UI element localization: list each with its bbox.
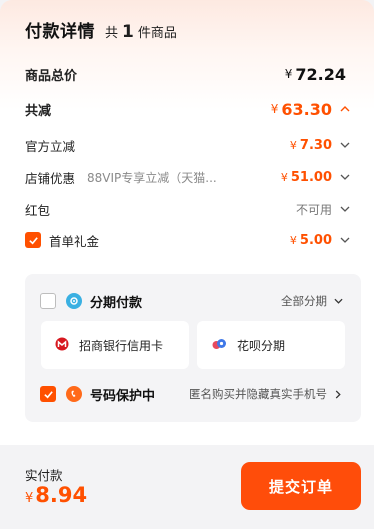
number-protection-link[interactable]: 匿名购买并隐藏真实手机号 xyxy=(189,386,345,402)
first-order-gift-row[interactable]: 首单礼金 ¥ 5.00 xyxy=(25,230,352,250)
total-price-value: ¥ 72.24 xyxy=(284,64,346,84)
chevron-up-icon[interactable] xyxy=(338,106,352,112)
chevron-down-icon[interactable] xyxy=(338,142,352,148)
store-discount-row[interactable]: 店铺优惠 88VIP专享立减（天猫... ¥ 51.00 xyxy=(25,167,352,187)
store-discount-desc: 88VIP专享立减（天猫... xyxy=(87,170,217,185)
installment-option-huabei[interactable]: 花呗分期 xyxy=(197,321,345,369)
first-order-value: ¥ 5.00 xyxy=(290,233,352,248)
red-packet-label: 红包 xyxy=(25,202,51,218)
installment-option-label: 招商银行信用卡 xyxy=(79,338,164,353)
chevron-down-icon xyxy=(331,298,345,304)
official-discount-value: ¥ 7.30 xyxy=(290,138,352,153)
number-protection-row[interactable]: 号码保护中 匿名购买并隐藏真实手机号 xyxy=(40,384,345,404)
first-order-label: 首单礼金 xyxy=(49,233,100,249)
payment-header: 付款详情 共 1 件商品 xyxy=(25,17,177,42)
item-count-suffix: 件商品 xyxy=(137,26,177,41)
official-discount-row[interactable]: 官方立减 ¥ 7.30 xyxy=(25,135,352,155)
total-price-label: 商品总价 xyxy=(25,68,78,84)
installment-icon xyxy=(66,293,82,309)
red-packet-row[interactable]: 红包 不可用 xyxy=(25,199,352,219)
cmb-bank-icon xyxy=(55,336,69,355)
red-packet-value: 不可用 xyxy=(296,201,352,218)
submit-order-button[interactable]: 提交订单 xyxy=(241,462,361,510)
total-discount-value: ¥ 63.30 xyxy=(271,100,352,119)
store-discount-label: 店铺优惠 xyxy=(25,170,76,186)
first-order-checkbox[interactable] xyxy=(25,232,41,248)
huabei-icon xyxy=(211,336,227,355)
chevron-down-icon[interactable] xyxy=(338,237,352,243)
installment-row[interactable]: 分期付款 全部分期 xyxy=(40,291,345,311)
number-protection-label: 号码保护中 xyxy=(90,388,156,404)
actual-payment-amount: ¥ 8.94 xyxy=(25,483,88,507)
official-discount-label: 官方立减 xyxy=(25,138,76,154)
installment-option-cmb[interactable]: 招商银行信用卡 xyxy=(41,321,189,369)
checkout-footer: 实付款 ¥ 8.94 提交订单 xyxy=(0,445,374,529)
phone-shield-icon xyxy=(66,386,82,402)
item-count-prefix: 共 xyxy=(105,26,119,41)
actual-payment-label: 实付款 xyxy=(25,468,63,483)
installment-checkbox[interactable] xyxy=(40,293,56,309)
payment-detail-sheet: 付款详情 共 1 件商品 商品总价 ¥ 72.24 共减 ¥ 63.30 官方立… xyxy=(0,0,374,445)
installment-label: 分期付款 xyxy=(90,295,143,311)
installment-option-label: 花呗分期 xyxy=(237,338,286,353)
chevron-right-icon xyxy=(331,389,345,399)
total-discount-row[interactable]: 共减 ¥ 63.30 xyxy=(25,98,352,120)
total-price-row: 商品总价 ¥ 72.24 xyxy=(25,64,352,84)
all-installments-selector[interactable]: 全部分期 xyxy=(281,293,345,309)
chevron-down-icon[interactable] xyxy=(338,206,352,212)
total-discount-label: 共减 xyxy=(25,103,52,119)
chevron-down-icon[interactable] xyxy=(338,174,352,180)
item-count: 1 xyxy=(122,22,134,42)
store-discount-value: ¥ 51.00 xyxy=(281,170,352,185)
page-title: 付款详情 xyxy=(25,22,95,42)
number-protection-checkbox[interactable] xyxy=(40,386,56,402)
payment-options-panel: 分期付款 全部分期 招商银行信用卡 花呗分期 号码保护中 匿名购买并隐藏真实手机… xyxy=(25,274,361,422)
